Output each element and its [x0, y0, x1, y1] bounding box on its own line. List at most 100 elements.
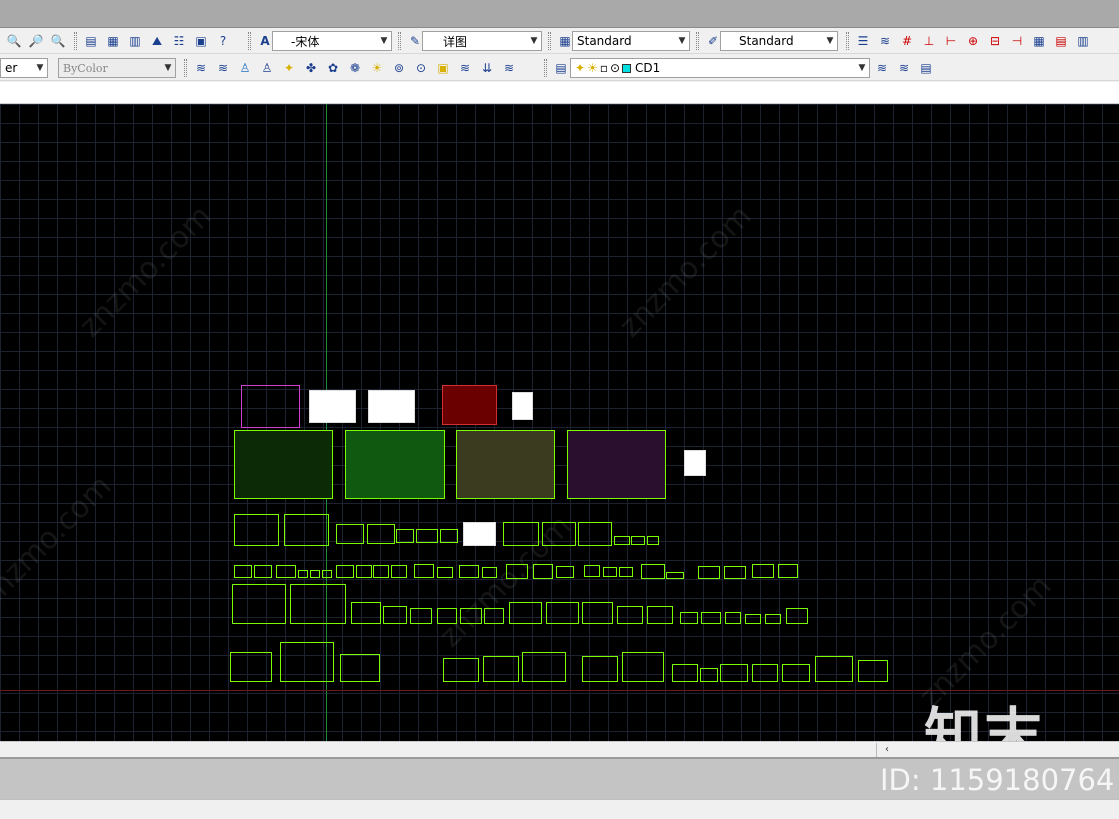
freeze-icon[interactable]: ❁ — [345, 58, 365, 78]
detail-sheet[interactable] — [276, 565, 296, 578]
detail-sheet[interactable] — [440, 529, 458, 543]
toolbar-grip[interactable] — [696, 32, 699, 50]
detail-sheet[interactable] — [720, 664, 748, 682]
detail-sheet[interactable] — [483, 656, 519, 682]
detail-sheet[interactable] — [533, 564, 553, 579]
layer-unisolate-icon[interactable]: ♙ — [257, 58, 277, 78]
layer-previous2-icon[interactable]: ≋ — [894, 58, 914, 78]
detail-sheet[interactable] — [641, 564, 665, 579]
detail-sheet[interactable] — [336, 524, 364, 544]
floor-plan-sheet[interactable] — [234, 430, 333, 499]
detail-sheet[interactable] — [383, 606, 407, 624]
detail-sheet[interactable] — [701, 612, 721, 624]
detail-sheet[interactable] — [509, 602, 542, 624]
make-current-icon[interactable]: ≋ — [872, 58, 892, 78]
zoom-window-icon[interactable]: 🔍 — [4, 31, 24, 51]
grid-red-icon[interactable]: # — [897, 31, 917, 51]
unlock-icon[interactable]: ⊙ — [411, 58, 431, 78]
layer-manager-icon[interactable]: ▤ — [551, 58, 571, 78]
detail-sheet[interactable] — [410, 608, 432, 624]
table-red-icon[interactable]: ▤ — [1051, 31, 1071, 51]
detail-sheet[interactable] — [463, 522, 496, 546]
detail-sheet[interactable] — [460, 608, 482, 624]
linetype-combo[interactable]: er ▼ — [0, 58, 48, 78]
detail-sheet[interactable] — [698, 566, 720, 579]
detail-sheet[interactable] — [391, 565, 407, 578]
detail-sheet[interactable] — [631, 536, 645, 545]
detail-sheet[interactable] — [254, 565, 272, 578]
toolbar-grip[interactable] — [544, 59, 547, 77]
detail-sheet[interactable] — [680, 612, 698, 624]
detail-sheet[interactable] — [619, 567, 633, 577]
calculator-icon[interactable]: ▣ — [191, 31, 211, 51]
detail-sheet[interactable] — [234, 565, 252, 578]
horizontal-scrollbar[interactable]: ‹ — [0, 741, 1119, 757]
detail-sheet[interactable] — [373, 565, 389, 578]
detail-sheet[interactable] — [614, 536, 630, 545]
text-style-combo[interactable]: -宋体 ▼ — [272, 31, 392, 51]
toolbar-grip[interactable] — [846, 32, 849, 50]
design-center-icon[interactable]: ▦ — [103, 31, 123, 51]
detail-sheet[interactable] — [786, 608, 808, 624]
detail-sheet[interactable] — [484, 608, 504, 624]
lightbulb-icon[interactable]: ✦ — [279, 58, 299, 78]
detail-sheet[interactable] — [647, 536, 659, 545]
detail-sheet[interactable] — [322, 570, 332, 578]
detail-sheet[interactable] — [556, 566, 574, 578]
detail-sheet[interactable] — [622, 652, 664, 682]
detail-sheet[interactable] — [437, 608, 457, 624]
detail-sheet[interactable] — [503, 522, 539, 546]
note-sheet[interactable] — [512, 392, 533, 420]
note-sheet[interactable] — [684, 450, 706, 476]
layers-icon[interactable]: ≋ — [875, 31, 895, 51]
index-sheet[interactable] — [309, 390, 356, 423]
sun-icon[interactable]: ☀ — [367, 58, 387, 78]
dim-style-combo[interactable]: 详图 ▼ — [422, 31, 542, 51]
toolbar-grip[interactable] — [548, 32, 551, 50]
index-sheet[interactable] — [368, 390, 415, 423]
table-icon[interactable]: ▦ — [1029, 31, 1049, 51]
detail-sheet[interactable] — [351, 602, 381, 624]
zoom-previous-icon[interactable]: 🔎 — [26, 31, 46, 51]
detail-sheet[interactable] — [724, 566, 746, 579]
detail-sheet[interactable] — [234, 514, 279, 546]
detail-sheet[interactable] — [603, 567, 617, 577]
layer-isolate-icon[interactable]: ♙ — [235, 58, 255, 78]
detail-sheet[interactable] — [280, 642, 334, 682]
layer-merge-icon[interactable]: ≋ — [455, 58, 475, 78]
dim-center-icon[interactable]: ⊕ — [963, 31, 983, 51]
detail-sheet[interactable] — [522, 652, 566, 682]
detail-sheet[interactable] — [356, 565, 372, 578]
tool-palettes-icon[interactable]: ▥ — [125, 31, 145, 51]
scrollbar-thumb[interactable] — [876, 743, 1119, 757]
detail-sheet[interactable] — [745, 614, 761, 624]
detail-sheet[interactable] — [647, 606, 673, 624]
drawing-canvas[interactable]: znzmo.com znzmo.com znzmo.com znzmo.com … — [0, 104, 1119, 741]
detail-sheet[interactable] — [858, 660, 888, 682]
floor-plan-sheet[interactable] — [567, 430, 666, 499]
calendar-icon[interactable]: ▥ — [1073, 31, 1093, 51]
detail-sheet[interactable] — [340, 654, 380, 682]
scroll-left-icon[interactable]: ‹ — [880, 742, 894, 757]
detail-sheet[interactable] — [414, 564, 434, 578]
detail-sheet[interactable] — [232, 584, 286, 624]
layer-states-icon[interactable]: ▤ — [916, 58, 936, 78]
lock-icon[interactable]: ⊚ — [389, 58, 409, 78]
dim-aligned-icon[interactable]: ⊢ — [941, 31, 961, 51]
layer-color-icon[interactable]: ▣ — [433, 58, 453, 78]
properties-icon[interactable]: ▤ — [81, 31, 101, 51]
layer-combo[interactable]: ✦ ☀ ▫ ⊙ CD1 ▼ — [570, 58, 870, 78]
detail-sheet[interactable] — [416, 529, 438, 543]
detail-sheet[interactable] — [672, 664, 698, 682]
detail-sheet[interactable] — [336, 565, 354, 578]
layer-delete-icon[interactable]: ⇊ — [477, 58, 497, 78]
toolbar-grip[interactable] — [74, 32, 77, 50]
cover-sheet[interactable] — [241, 385, 300, 428]
layer-off-icon[interactable]: ✿ — [323, 58, 343, 78]
detail-sheet[interactable] — [443, 658, 479, 682]
detail-sheet[interactable] — [584, 565, 600, 577]
color-combo[interactable]: ByColor ▼ — [58, 58, 176, 78]
detail-sheet[interactable] — [482, 567, 497, 578]
dim-baseline-icon[interactable]: ⊟ — [985, 31, 1005, 51]
multileader-style-combo[interactable]: Standard ▼ — [720, 31, 838, 51]
